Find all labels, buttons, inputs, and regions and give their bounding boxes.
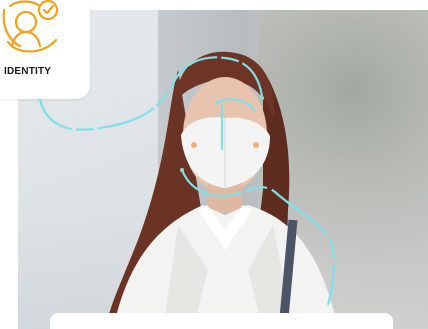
bottom-card-edge [50,313,393,329]
identity-hero: IDENTITY [0,0,428,329]
identity-badge: IDENTITY [0,0,90,99]
identity-label: IDENTITY [4,66,52,77]
identity-user-check-icon [2,0,59,53]
